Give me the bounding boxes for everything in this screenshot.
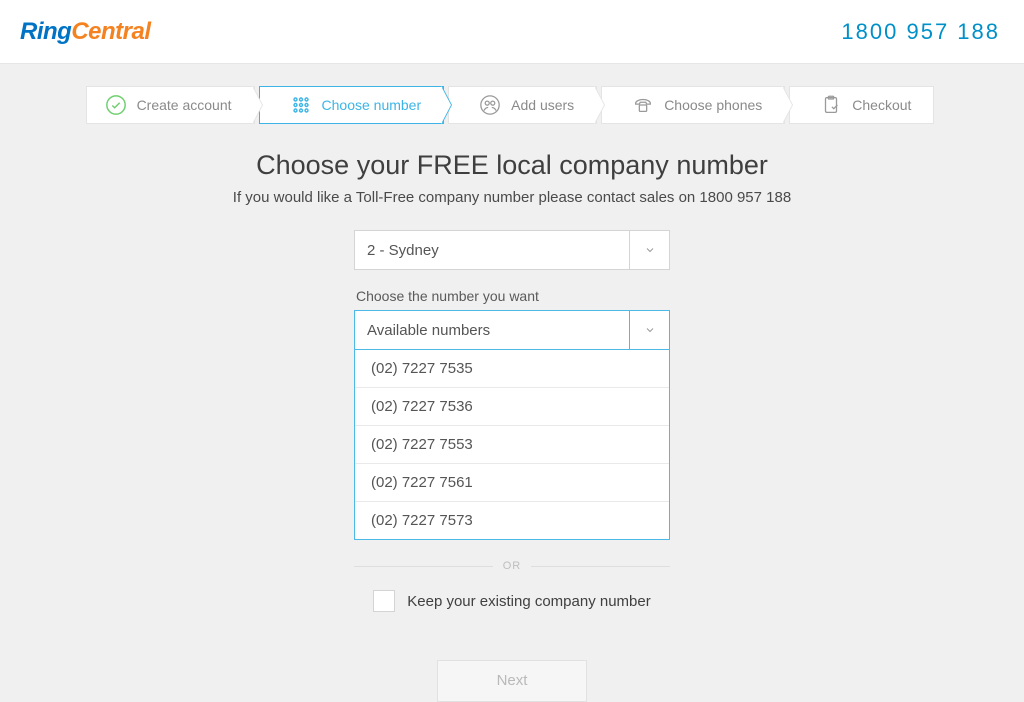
content: Create account Choose number Add users	[0, 64, 1024, 702]
dialpad-icon	[290, 94, 312, 116]
logo-central: Central	[71, 18, 150, 45]
keep-existing-checkbox[interactable]	[373, 590, 395, 612]
page-subtitle: If you would like a Toll-Free company nu…	[0, 189, 1024, 206]
available-number-placeholder: Available numbers	[367, 322, 490, 339]
step-label: Choose number	[322, 97, 422, 113]
step-label: Checkout	[852, 97, 911, 113]
keep-existing-label: Keep your existing company number	[407, 593, 650, 610]
step-checkout[interactable]: Checkout	[789, 86, 934, 124]
progress-steps: Create account Choose number Add users	[0, 86, 1024, 124]
keep-existing-row: Keep your existing company number	[0, 590, 1024, 612]
step-label: Create account	[137, 97, 232, 113]
step-choose-phones[interactable]: Choose phones	[601, 86, 785, 124]
available-number-select[interactable]: Available numbers	[354, 310, 670, 350]
chevron-down-icon[interactable]	[629, 231, 669, 269]
step-label: Choose phones	[664, 97, 762, 113]
number-option[interactable]: (02) 7227 7535	[355, 350, 669, 388]
clipboard-check-icon	[820, 94, 842, 116]
step-label: Add users	[511, 97, 574, 113]
or-label: OR	[493, 560, 532, 572]
number-option[interactable]: (02) 7227 7561	[355, 464, 669, 502]
checkmark-circle-icon	[105, 94, 127, 116]
number-option[interactable]: (02) 7227 7573	[355, 502, 669, 539]
number-option[interactable]: (02) 7227 7536	[355, 388, 669, 426]
logo: RingCentral	[20, 18, 151, 46]
area-code-select[interactable]: 2 - Sydney	[354, 230, 670, 270]
header: RingCentral 1800 957 188	[0, 0, 1024, 64]
step-create-account[interactable]: Create account	[86, 86, 255, 124]
chevron-down-icon[interactable]	[629, 311, 669, 349]
logo-ring: Ring	[20, 18, 71, 45]
available-number-dropdown: (02) 7227 7535 (02) 7227 7536 (02) 7227 …	[354, 350, 670, 540]
page-title: Choose your FREE local company number	[0, 150, 1024, 181]
next-button[interactable]: Next	[437, 660, 587, 702]
number-option[interactable]: (02) 7227 7553	[355, 426, 669, 464]
number-field-label: Choose the number you want	[356, 288, 670, 304]
users-icon	[479, 94, 501, 116]
area-code-value: 2 - Sydney	[367, 242, 439, 259]
step-add-users[interactable]: Add users	[448, 86, 597, 124]
phone-icon	[632, 94, 654, 116]
or-divider: OR	[354, 560, 670, 572]
header-phone[interactable]: 1800 957 188	[841, 19, 1000, 45]
step-choose-number[interactable]: Choose number	[259, 86, 445, 124]
